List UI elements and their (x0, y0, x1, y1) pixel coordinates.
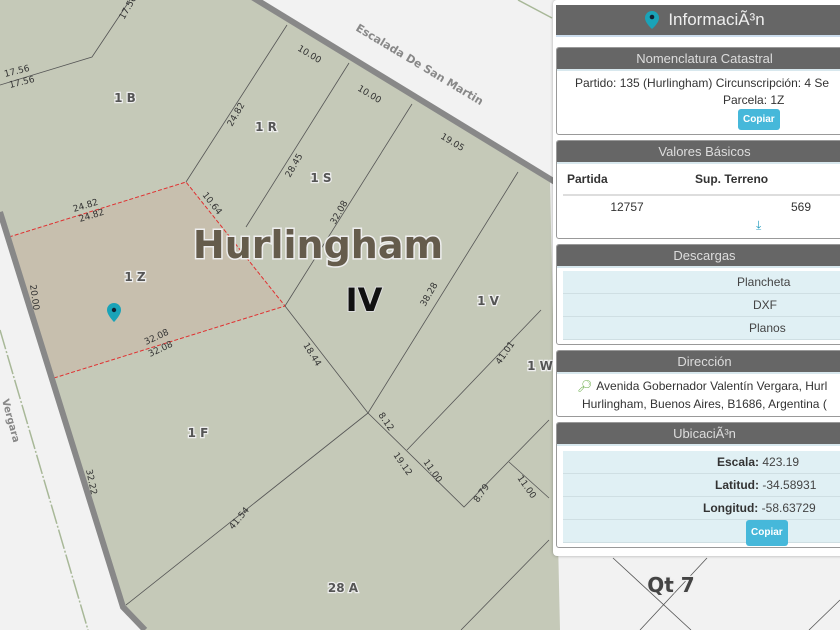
copy-nomenclatura-button[interactable]: Copiar (738, 109, 780, 130)
nomenclatura-text: Partido: 135 (Hurlingham) Circunscripció… (575, 76, 830, 90)
rail-line (517, 0, 553, 19)
download-plancheta-link[interactable]: Plancheta (563, 271, 840, 294)
street-label: Vergara (0, 398, 21, 444)
escala-value: 423.19 (762, 455, 800, 469)
parcel-label[interactable]: Qt 7 (646, 572, 696, 599)
parcel-label[interactable]: 1 S (309, 170, 333, 187)
column-header-partida: Partida (567, 172, 608, 186)
sup-terreno-value: 569 (790, 200, 811, 214)
town-label: Hurlingham (193, 223, 443, 267)
download-icon[interactable]: ⤓ (563, 218, 840, 238)
panel-title-text: InformaciÃ³n (668, 10, 765, 29)
partida-value: 12757 (610, 200, 644, 214)
parcel-label[interactable]: 1 F (186, 425, 209, 442)
direccion-section: Dirección 🔎︎ Avenida Gobernador Valentín … (556, 350, 840, 417)
valores-section: Valores Básicos Partida Sup. Terreno 127… (556, 140, 840, 239)
section-header: Dirección (557, 351, 840, 374)
latitud-value: -34.58931 (762, 478, 817, 492)
section-header: UbicaciÃ³n (557, 423, 840, 446)
parcel-label[interactable]: 1 Z (123, 269, 147, 286)
download-dxf-link[interactable]: DXF (563, 294, 840, 317)
longitud-label: Longitud: (703, 501, 759, 515)
section-header: Nomenclatura Catastral (557, 48, 840, 71)
parcela-text: Parcela: 1Z (723, 93, 785, 107)
address-text-2: Hurlingham, Buenos Aires, B1686, Argenti… (582, 397, 827, 411)
copy-location-button[interactable]: Copiar (746, 520, 788, 546)
section-header: Descargas (557, 245, 840, 268)
panel-title: InformaciÃ³n (556, 5, 840, 37)
section-label: IV (346, 281, 383, 319)
address-text: Avenida Gobernador Valentín Vergara, Hur… (596, 379, 828, 393)
escala-label: Escala: (717, 455, 760, 469)
column-header-sup-terreno: Sup. Terreno (695, 172, 769, 186)
location-pin-icon (645, 11, 660, 29)
longitud-value: -58.63729 (761, 501, 816, 515)
nomenclatura-section: Nomenclatura Catastral Partido: 135 (Hur… (556, 47, 840, 135)
parcel-label[interactable]: 1 V (476, 293, 501, 310)
parcel-label[interactable]: 1 B (113, 90, 137, 107)
map-search-icon[interactable]: 🔎︎ (577, 379, 592, 393)
parcel-label[interactable]: 28 A (327, 580, 360, 597)
ubicacion-section: UbicaciÃ³n Escala: 423.19 Latitud: -34.5… (556, 422, 840, 548)
latitud-label: Latitud: (715, 478, 759, 492)
parcel-label[interactable]: 1 R (254, 119, 278, 136)
section-header: Valores Básicos (557, 141, 840, 164)
parcel-label[interactable]: 1 W (526, 358, 554, 375)
download-planos-link[interactable]: Planos (563, 317, 840, 340)
info-panel: InformaciÃ³n Nomenclatura Catastral Part… (553, 0, 840, 556)
descargas-section: Descargas Plancheta DXF Planos (556, 244, 840, 345)
